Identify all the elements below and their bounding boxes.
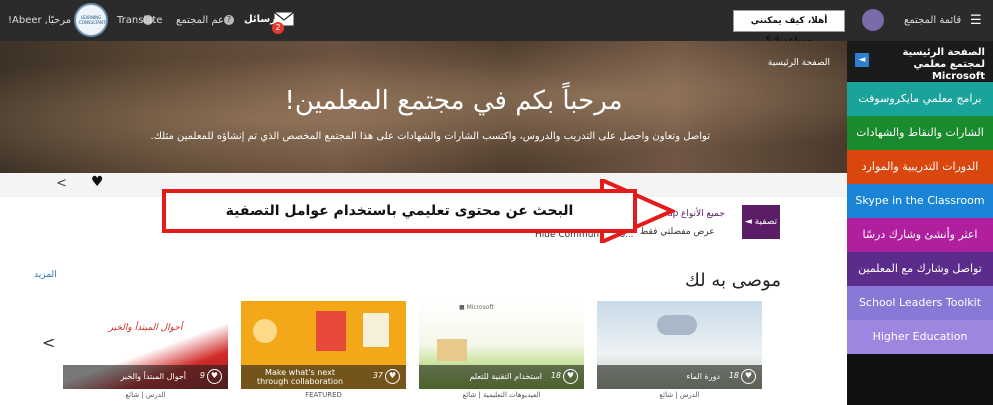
cloud-icon	[657, 315, 697, 335]
favorite-heart-icon[interactable]: ♥	[563, 369, 578, 384]
all-types-dropdown[interactable]: جميع الأنواع	[681, 209, 725, 219]
sidebar-item-skype[interactable]: Skype in the Classroom	[847, 184, 993, 218]
card-caption: دورة الماء 18 ♥	[597, 365, 762, 389]
favorite-heart-icon[interactable]: ♥	[741, 369, 756, 384]
community-support-link[interactable]: دعم المجتمع	[176, 15, 228, 26]
greeting-user[interactable]: !Abeer ,مرحبًا	[8, 15, 71, 26]
hero-banner: الصفحة الرئيسية مرحباً بكم في مجتمع المع…	[0, 41, 847, 173]
hero-subtitle: تواصل وتعاون واحصل على التدريب والدروس، …	[150, 131, 710, 142]
card-meta: FEATURED	[305, 391, 342, 399]
community-avatar	[862, 9, 884, 31]
recommended-title: موصى به لك	[685, 270, 781, 291]
community-menu-label[interactable]: قائمة المجتمع	[904, 15, 961, 26]
card-caption: Make what's next through collaboration 3…	[241, 365, 406, 389]
help-prompt-button[interactable]: أهلا، كيف يمكنني مساعدتك؟	[733, 10, 845, 46]
card-caption: أحوال المبتدأ والخبر 9 ♥	[63, 365, 228, 389]
sidebar-item-school-leaders[interactable]: School Leaders Toolkit	[847, 286, 993, 320]
carousel-prev-icon[interactable]: <	[42, 333, 55, 352]
translate-link[interactable]: Translate	[117, 15, 162, 26]
annotation-banner: البحث عن محتوى تعليمي باستخدام عوامل الت…	[162, 189, 637, 233]
card-heading: أحوال المبتدأ والخبر	[108, 323, 183, 333]
learning-consultant-badge-icon: LEARNING CONSULTANT	[74, 3, 108, 37]
book-icon	[437, 339, 467, 361]
more-link[interactable]: المزيد	[34, 270, 57, 280]
breadcrumb-home[interactable]: الصفحة الرئيسية	[768, 58, 830, 68]
help-icon: ?	[224, 15, 234, 25]
favorite-heart-icon[interactable]: ♥	[385, 369, 400, 384]
filter-button[interactable]: تصفية ◄	[742, 205, 780, 239]
clock-icon	[253, 319, 277, 343]
whiteboard-icon	[363, 313, 389, 347]
card-collaboration[interactable]: Make what's next through collaboration 3…	[241, 301, 406, 389]
card-water-cycle[interactable]: دورة الماء 18 ♥	[597, 301, 762, 389]
microsoft-logo-icon: ■ Microsoft	[459, 304, 494, 311]
card-technology-learning[interactable]: ■ Microsoft استخدام التقنية للتعلم 18 ♥	[419, 301, 584, 389]
favorite-heart-icon[interactable]: ♥	[207, 369, 222, 384]
card-subject-predicate[interactable]: أحوال المبتدأ والخبر أحوال المبتدأ والخب…	[63, 301, 228, 389]
rocket-icon	[316, 311, 346, 351]
heart-icon[interactable]: ♥	[91, 174, 104, 190]
sidebar-item-lessons[interactable]: اعثر وأنشئ وشارك درسًا	[847, 218, 993, 252]
collapse-arrow-icon[interactable]: ◄	[855, 53, 869, 67]
top-bar: !Abeer ,مرحبًا LEARNING CONSULTANT Trans…	[0, 0, 993, 46]
card-meta: الدرس | شائع	[125, 391, 166, 399]
sidebar-item-badges[interactable]: الشارات والنقاط والشهادات	[847, 116, 993, 150]
sidebar-item-courses[interactable]: الدورات التدريبية والموارد	[847, 150, 993, 184]
hamburger-menu-icon[interactable]: ☰	[970, 13, 982, 28]
sidebar: ◄ الصفحة الرئيسية لمجتمع معلمي Microsoft…	[847, 41, 993, 405]
hero-title: مرحباً بكم في مجتمع المعلمين!	[284, 86, 623, 116]
sidebar-item-higher-education[interactable]: Higher Education	[847, 320, 993, 354]
card-caption: استخدام التقنية للتعلم 18 ♥	[419, 365, 584, 389]
sidebar-item-programs[interactable]: برامج معلمي مايكروسوفت	[847, 82, 993, 116]
share-icon[interactable]: <	[56, 176, 67, 191]
sidebar-title[interactable]: ◄ الصفحة الرئيسية لمجتمع معلمي Microsoft	[847, 41, 993, 82]
card-meta: الفيديوهات التعليمية | شائع	[462, 391, 541, 399]
messages-count-badge: 2	[272, 22, 284, 34]
card-meta: الدرس | شائع	[659, 391, 700, 399]
sidebar-item-connect[interactable]: تواصل وشارك مع المعلمين	[847, 252, 993, 286]
